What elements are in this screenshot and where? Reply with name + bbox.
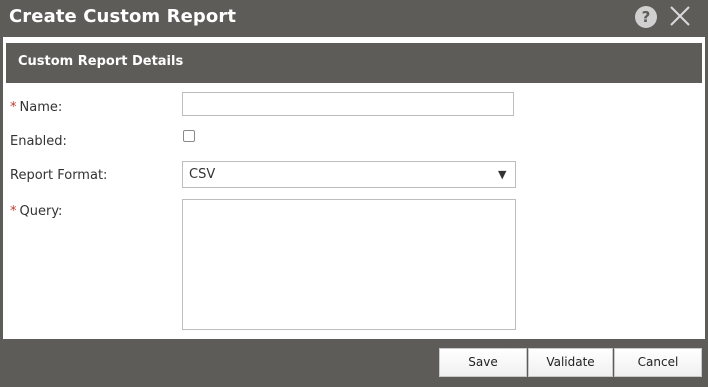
dialog-title: Create Custom Report bbox=[9, 6, 237, 27]
enabled-label: Enabled: bbox=[10, 134, 67, 149]
chevron-down-icon: ▼ bbox=[498, 168, 507, 181]
help-icon[interactable]: ? bbox=[635, 6, 657, 28]
save-button[interactable]: Save bbox=[439, 348, 527, 377]
query-label: * Query: bbox=[10, 204, 62, 219]
validate-button[interactable]: Validate bbox=[528, 348, 613, 377]
enabled-checkbox[interactable] bbox=[183, 130, 195, 142]
close-icon[interactable] bbox=[668, 4, 692, 28]
section-title: Custom Report Details bbox=[18, 54, 184, 69]
report-format-value: CSV bbox=[189, 167, 216, 182]
dialog-titlebar: Create Custom Report ? bbox=[0, 0, 708, 36]
report-format-select[interactable]: CSV ▼ bbox=[182, 161, 516, 188]
name-label-text: Name: bbox=[19, 100, 63, 115]
section-header: Custom Report Details bbox=[6, 43, 702, 83]
cancel-button[interactable]: Cancel bbox=[614, 348, 702, 377]
dialog-content: Custom Report Details * Name: Enabled: Re… bbox=[3, 37, 705, 339]
dialog-footer: Save Validate Cancel bbox=[0, 339, 708, 387]
query-textarea[interactable] bbox=[182, 199, 516, 330]
required-marker: * bbox=[10, 100, 17, 115]
name-input[interactable] bbox=[182, 92, 514, 116]
query-label-text: Query: bbox=[19, 204, 63, 219]
create-custom-report-dialog: Create Custom Report ? Custom Report Det… bbox=[0, 0, 708, 387]
name-label: * Name: bbox=[10, 100, 62, 115]
required-marker: * bbox=[10, 204, 17, 219]
report-format-label: Report Format: bbox=[10, 168, 108, 183]
